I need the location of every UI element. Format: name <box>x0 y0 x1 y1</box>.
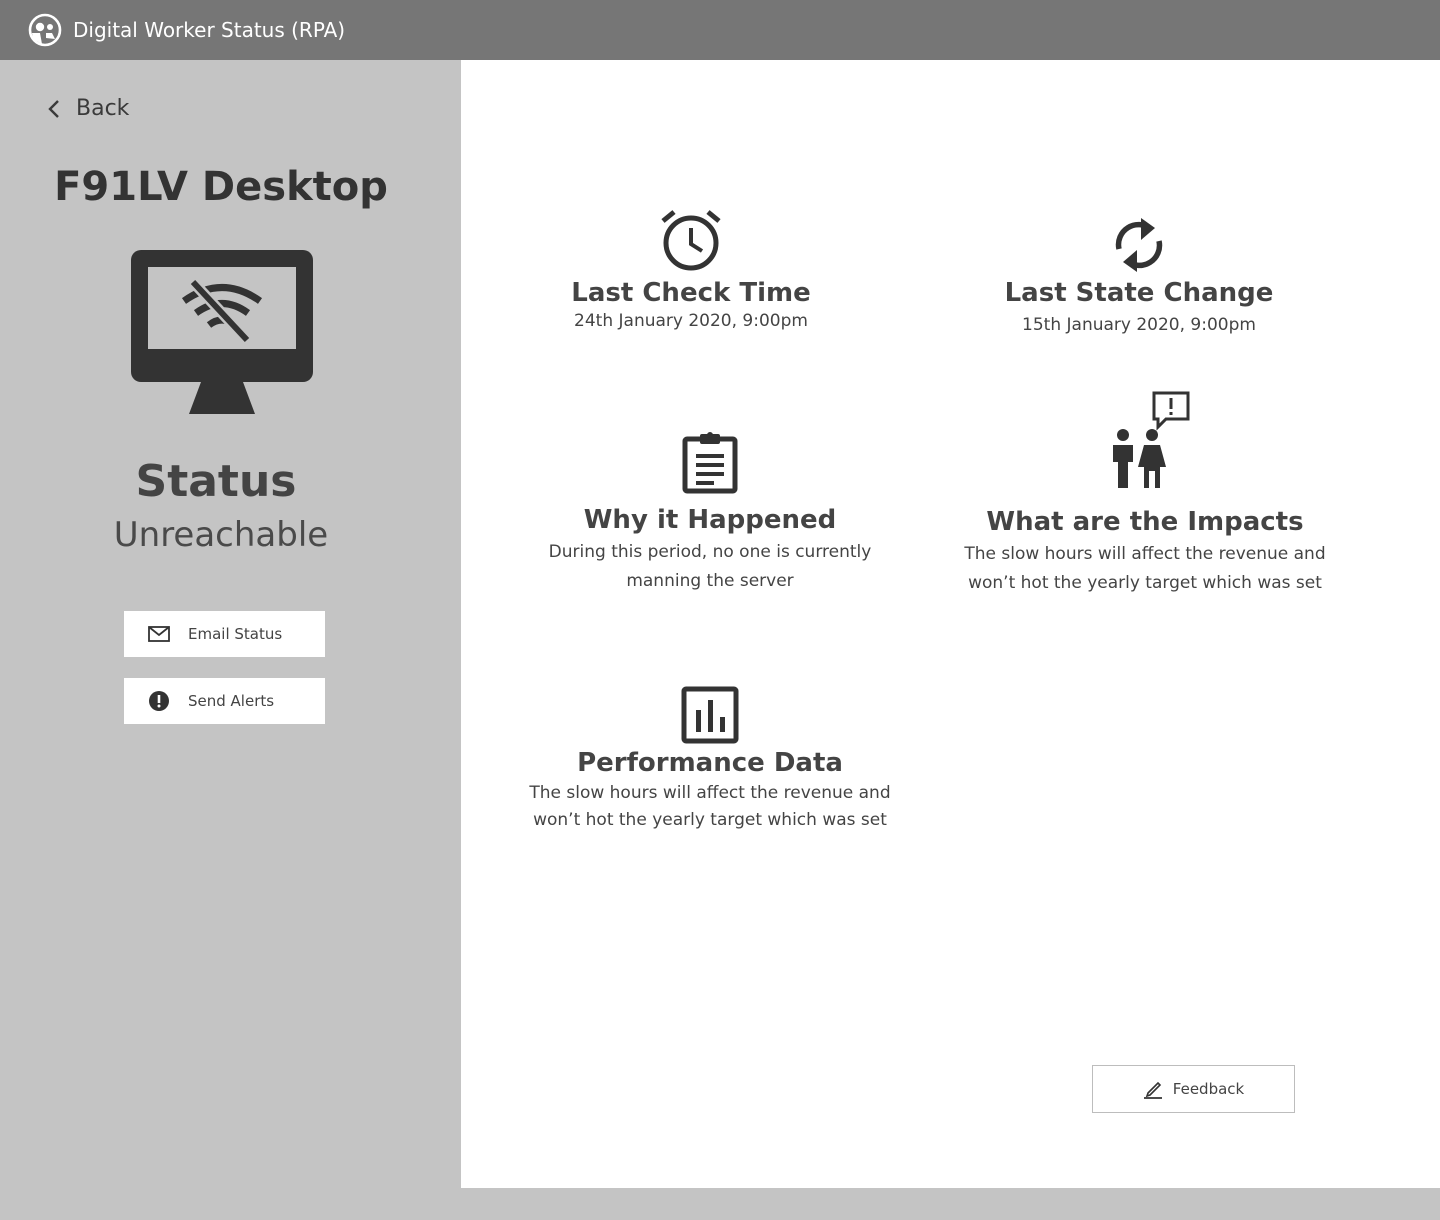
card-title: Performance Data <box>577 748 843 778</box>
card-last-state-change: Last State Change 15th January 2020, 9:0… <box>969 212 1309 337</box>
app-header: Digital Worker Status (RPA) <box>0 0 1440 60</box>
mail-icon <box>148 623 170 645</box>
email-status-button[interactable]: Email Status <box>124 611 325 657</box>
email-status-label: Email Status <box>188 625 283 643</box>
feedback-label: Feedback <box>1172 1080 1245 1098</box>
main-panel: Last Check Time 24th January 2020, 9:00p… <box>461 60 1440 1188</box>
app-title: Digital Worker Status (RPA) <box>73 18 346 42</box>
card-title: Last Check Time <box>571 278 811 308</box>
device-name: F91LV Desktop <box>54 164 388 210</box>
feedback-button[interactable]: Feedback <box>1092 1065 1295 1113</box>
card-text: won’t hot the yearly target which was se… <box>533 810 887 830</box>
card-text: won’t hot the yearly target which was se… <box>968 573 1322 593</box>
back-link[interactable]: Back <box>44 96 129 121</box>
card-title: Last State Change <box>1004 278 1274 308</box>
send-alerts-button[interactable]: Send Alerts <box>124 678 325 724</box>
status-label: Status <box>135 456 297 507</box>
sidebar: Back F91LV Desktop Status Unreachable Em… <box>0 60 461 1220</box>
card-title: What are the Impacts <box>986 507 1304 537</box>
monitor-wifi-off-icon <box>129 248 315 418</box>
back-label: Back <box>76 96 130 121</box>
card-text: During this period, no one is currently <box>548 542 872 562</box>
card-title: Why it Happened <box>583 505 837 535</box>
card-text: The slow hours will affect the revenue a… <box>964 544 1326 564</box>
card-text: The slow hours will affect the revenue a… <box>529 783 891 803</box>
card-last-check-time: Last Check Time 24th January 2020, 9:00p… <box>521 208 861 333</box>
bar-chart-icon <box>681 686 739 744</box>
alert-icon <box>148 690 170 712</box>
refresh-icon <box>1115 218 1163 272</box>
card-text: 24th January 2020, 9:00pm <box>574 311 808 331</box>
chevron-left-icon <box>44 97 64 121</box>
card-why-it-happened: Why it Happened During this period, no o… <box>520 430 900 593</box>
alarm-clock-icon <box>661 210 721 271</box>
people-alert-icon <box>1113 391 1190 488</box>
status-value: Unreachable <box>113 515 329 555</box>
clipboard-icon <box>682 432 738 494</box>
robot-face-icon <box>28 13 62 47</box>
card-performance-data: Performance Data The slow hours will aff… <box>520 686 900 832</box>
send-alerts-label: Send Alerts <box>188 692 275 710</box>
pencil-icon <box>1143 1079 1163 1099</box>
card-text: manning the server <box>626 571 794 591</box>
card-what-are-the-impacts: What are the Impacts The slow hours will… <box>955 390 1335 595</box>
card-text: 15th January 2020, 9:00pm <box>1022 315 1256 335</box>
